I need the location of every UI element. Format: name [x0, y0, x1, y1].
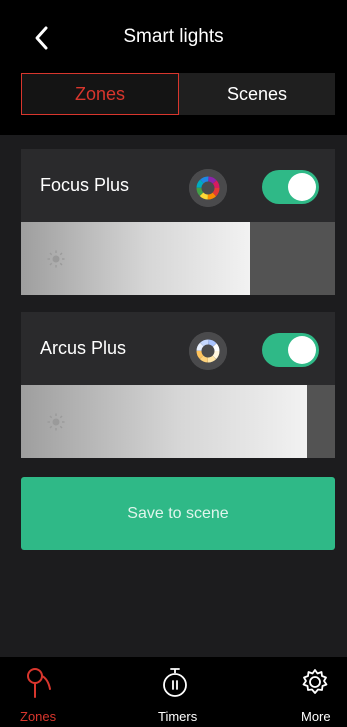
timer-icon [163, 668, 187, 697]
color-picker-button[interactable] [189, 169, 227, 207]
save-to-scene-button[interactable]: Save to scene [21, 477, 335, 550]
power-toggle[interactable] [262, 170, 319, 204]
gear-icon [302, 669, 328, 694]
power-toggle[interactable] [262, 333, 319, 367]
light-card-arcus-plus: Arcus Plus [21, 312, 335, 458]
tab-scenes[interactable]: Scenes [179, 73, 335, 115]
color-picker-button[interactable] [189, 332, 227, 370]
segmented-control: Zones Scenes [21, 73, 335, 115]
nav-item-zones[interactable]: Zones [0, 657, 90, 727]
nav-item-timers[interactable]: Timers [130, 657, 220, 727]
bottom-nav: Zones Timers More [0, 657, 347, 727]
lamp-icon [27, 668, 51, 698]
light-name: Arcus Plus [40, 338, 127, 358]
nav-label: Timers [158, 709, 198, 724]
brightness-slider[interactable] [21, 385, 335, 458]
brightness-slider[interactable] [21, 222, 335, 295]
toggle-knob [288, 336, 316, 364]
color-temperature-wheel-icon [189, 332, 227, 370]
toggle-knob [288, 173, 316, 201]
light-card-header: Arcus Plus [21, 312, 335, 385]
color-wheel-icon [189, 169, 227, 207]
light-card-focus-plus: Focus Plus [21, 149, 335, 295]
nav-item-more[interactable]: More [280, 657, 347, 727]
page-title: Smart lights [123, 26, 224, 47]
light-name: Focus Plus [40, 175, 130, 195]
tab-zones[interactable]: Zones [21, 73, 179, 115]
nav-label: Zones [20, 709, 57, 724]
header: Smart lights Zones Scenes [0, 0, 347, 135]
light-card-header: Focus Plus [21, 149, 335, 222]
nav-label: More [301, 709, 331, 724]
sun-icon [47, 250, 65, 268]
sun-icon [47, 413, 65, 431]
